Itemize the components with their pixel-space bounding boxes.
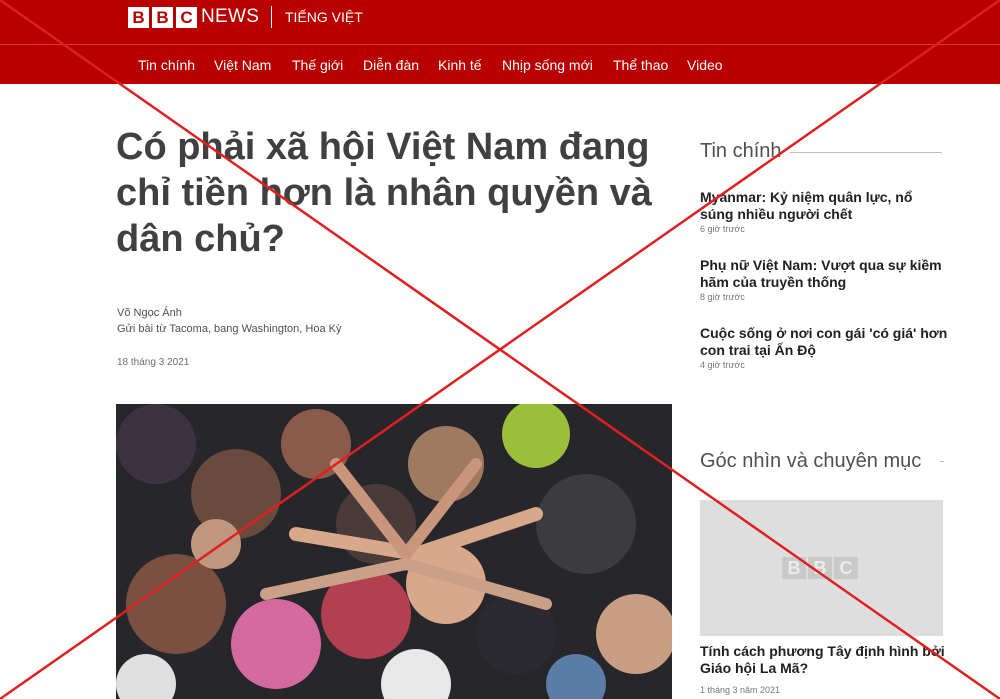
logo-letter: B: [808, 557, 832, 579]
author-location: Gửi bài từ Tacoma, bang Washington, Hoa …: [117, 323, 342, 335]
bbc-logo[interactable]: B B C: [128, 7, 197, 28]
language-label[interactable]: TIẾNG VIỆT: [285, 9, 363, 25]
news-wordmark[interactable]: NEWS: [201, 6, 259, 28]
feature-thumbnail[interactable]: B B C: [700, 500, 943, 636]
feature-link[interactable]: Tính cách phương Tây định hình bởi Giáo …: [700, 643, 948, 677]
logo-letter: C: [176, 7, 197, 28]
logo-letter: B: [782, 557, 806, 579]
logo-letter: C: [834, 557, 858, 579]
article-photo: [116, 404, 672, 699]
article-date: 18 tháng 3 2021: [117, 357, 190, 368]
story-link[interactable]: Myanmar: Kỷ niệm quân lực, nổ súng nhiều…: [700, 189, 948, 223]
nav-item-dien-dan[interactable]: Diễn đàn: [363, 57, 419, 73]
nav-item-nhip-song-moi[interactable]: Nhịp sống mới: [502, 57, 593, 73]
story-time: 4 giờ trước: [700, 360, 745, 370]
article-headline: Có phải xã hội Việt Nam đang chỉ tiền hơ…: [116, 124, 676, 262]
bbc-placeholder-logo: B B C: [782, 557, 858, 579]
logo-letter: B: [152, 7, 173, 28]
top-stories-heading: Tin chính: [700, 140, 782, 162]
feature-time: 1 tháng 3 năm 2021: [700, 685, 781, 695]
author-name: Võ Ngọc Ánh: [117, 307, 182, 319]
nav-item-video[interactable]: Video: [687, 57, 723, 73]
nav-item-the-thao[interactable]: Thể thao: [613, 57, 668, 73]
heading-rule: [940, 461, 944, 462]
main-nav: Tin chính Việt Nam Thế giới Diễn đàn Kin…: [0, 44, 1000, 84]
nav-item-tin-chinh[interactable]: Tin chính: [138, 57, 195, 73]
brand-divider: [271, 6, 272, 28]
headline-line: chỉ tiền hơn là nhân quyền và: [116, 172, 652, 214]
story-link[interactable]: Phụ nữ Việt Nam: Vượt qua sự kiềm hãm củ…: [700, 257, 948, 291]
features-heading: Góc nhìn và chuyên mục: [700, 450, 922, 472]
headline-line: Có phải xã hội Việt Nam đang: [116, 126, 650, 168]
story-link[interactable]: Cuộc sống ở nơi con gái 'có giá' hơn con…: [700, 325, 948, 359]
heading-rule: [790, 152, 942, 153]
nav-item-the-gioi[interactable]: Thế giới: [292, 57, 343, 73]
crowd-photo-image: [116, 404, 672, 699]
story-time: 8 giờ trước: [700, 292, 745, 302]
nav-item-viet-nam[interactable]: Việt Nam: [214, 57, 271, 73]
logo-letter: B: [128, 7, 149, 28]
headline-line: dân chủ?: [116, 218, 285, 260]
nav-item-kinh-te[interactable]: Kinh tế: [438, 57, 482, 73]
story-time: 6 giờ trước: [700, 224, 745, 234]
